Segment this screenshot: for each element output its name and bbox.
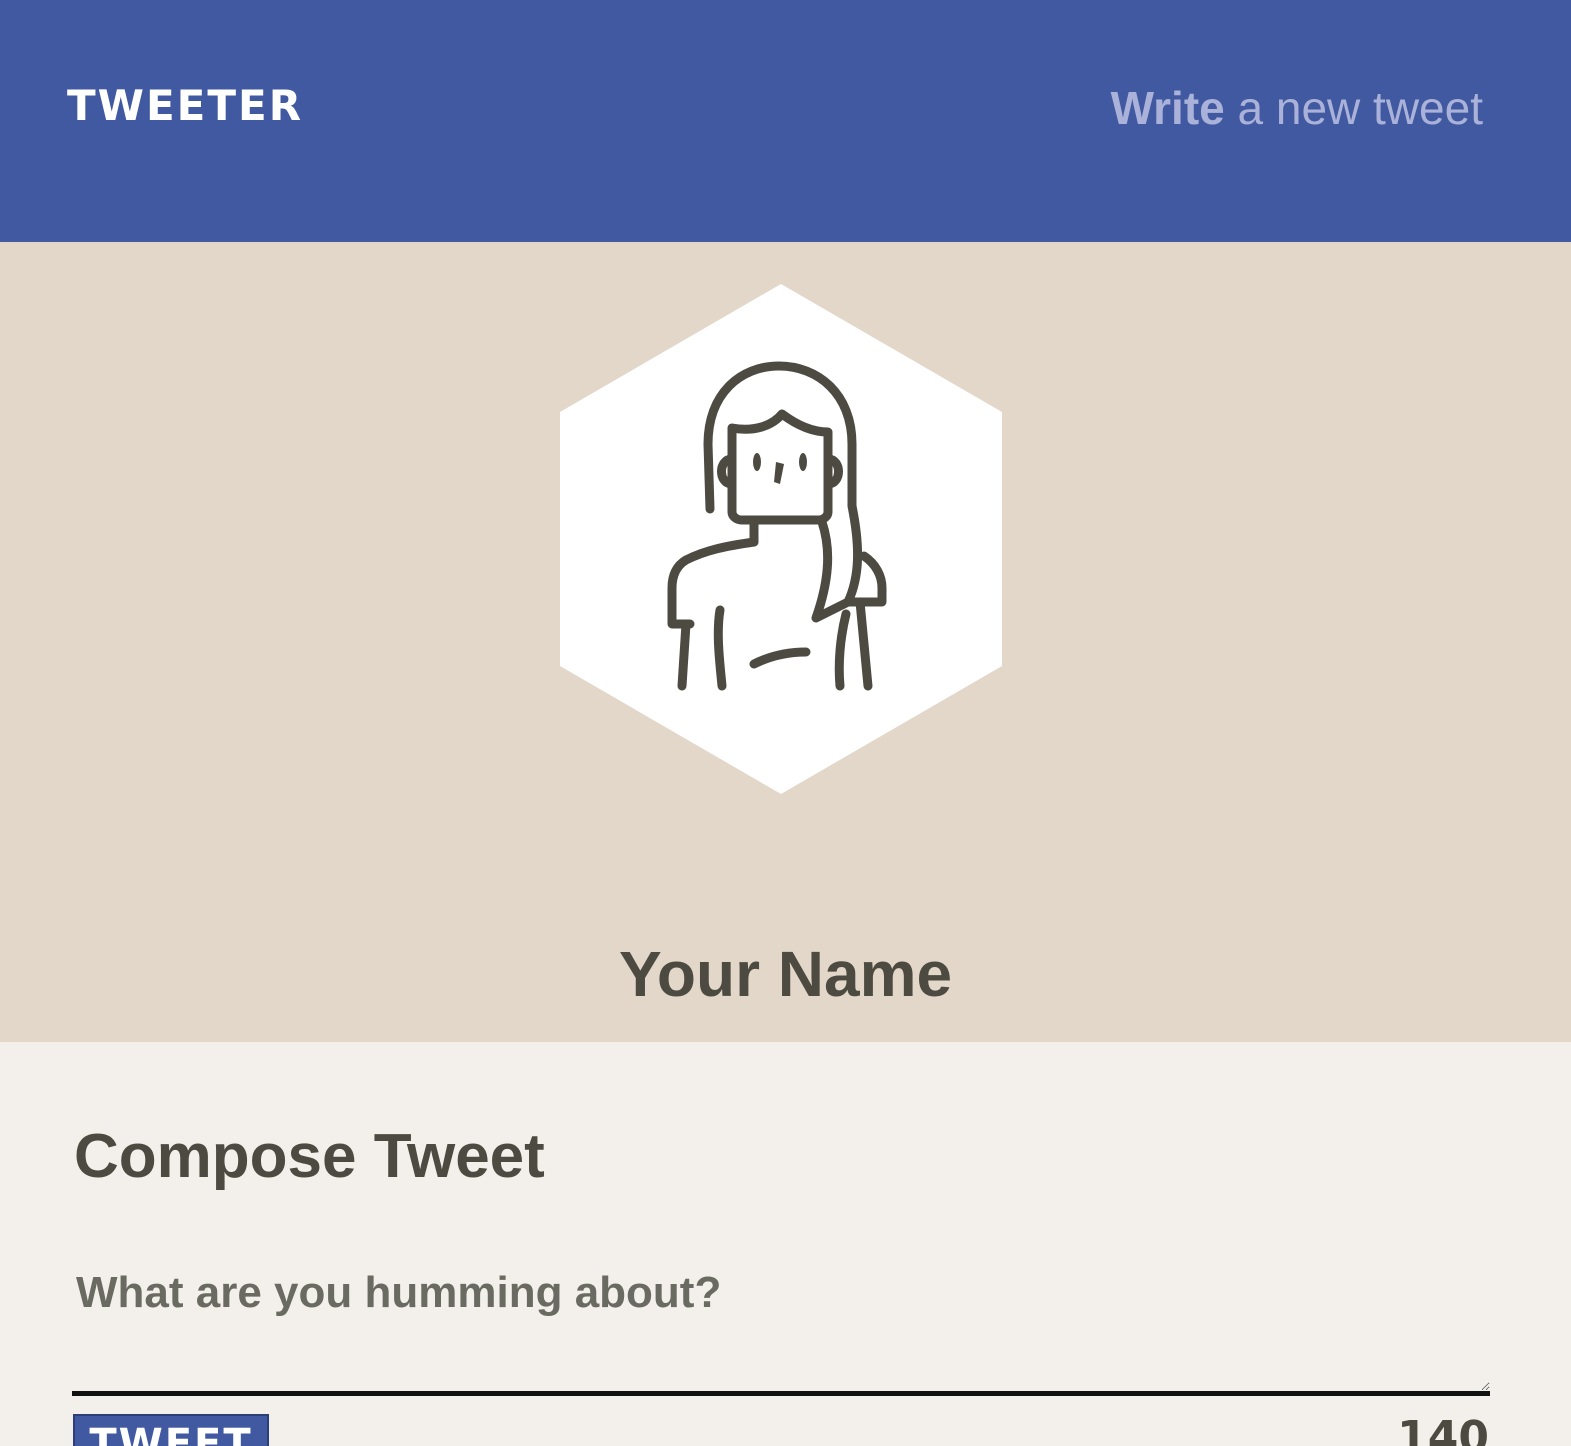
nav-link-rest: a new tweet	[1224, 82, 1484, 134]
compose-section: Compose Tweet TWEET 140	[0, 1042, 1571, 1446]
tweet-input[interactable]	[72, 1254, 1490, 1396]
compose-title: Compose Tweet	[74, 1122, 545, 1191]
write-new-tweet-link[interactable]: Write a new tweet	[1111, 82, 1483, 134]
profile-name: Your Name	[618, 938, 953, 1010]
nav-link-strong: Write	[1110, 82, 1225, 134]
app-logo[interactable]: TWEETER	[67, 84, 303, 128]
top-navbar: TWEETER Write a new tweet	[0, 0, 1571, 242]
character-counter: 140	[1397, 1412, 1489, 1446]
woman-avatar-icon	[560, 284, 1002, 794]
tweet-submit-button[interactable]: TWEET	[73, 1414, 269, 1446]
profile-banner: Your Name	[0, 242, 1571, 1042]
